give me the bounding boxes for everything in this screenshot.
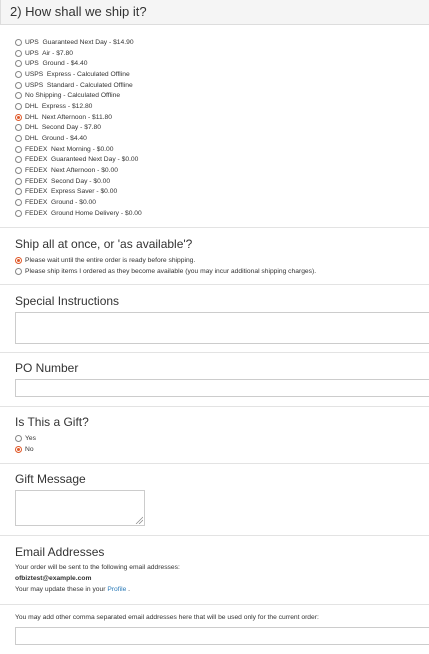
gift-option-no[interactable]: No	[15, 444, 36, 455]
shipping-option-label: USPS Express - Calculated Offline	[25, 70, 130, 78]
split-wait-radio[interactable]	[15, 256, 22, 264]
shipping-option-label: FEDEX Express Saver - $0.00	[25, 188, 118, 196]
shipping-option-radio[interactable]	[15, 102, 22, 110]
shipping-method-list: UPS Guaranteed Next Day - $14.90 UPS Air …	[0, 25, 429, 219]
email-heading: Email Addresses	[15, 545, 105, 559]
shipping-option-label: UPS Ground - $4.40	[25, 60, 88, 68]
split-option-available[interactable]: Please ship items I ordered as they beco…	[15, 266, 316, 277]
divider	[0, 352, 429, 353]
shipping-option[interactable]: USPS Standard - Calculated Offline	[15, 80, 429, 91]
shipping-option-label: FEDEX Ground Home Delivery - $0.00	[25, 209, 142, 217]
gift-yes-radio[interactable]	[15, 434, 22, 442]
split-shipment-heading: Ship all at once, or 'as available'?	[15, 237, 193, 251]
shipping-option-radio[interactable]	[15, 49, 22, 57]
shipping-option[interactable]: FEDEX Second Day - $0.00	[15, 176, 429, 187]
divider	[0, 463, 429, 464]
divider	[0, 227, 429, 228]
shipping-option-radio[interactable]	[15, 60, 22, 68]
shipping-option-radio[interactable]	[15, 188, 22, 196]
shipping-option[interactable]: FEDEX Ground - $0.00	[15, 197, 429, 208]
gift-heading: Is This a Gift?	[15, 415, 89, 429]
po-number-input[interactable]	[15, 379, 429, 397]
divider	[0, 604, 429, 605]
shipping-option-radio[interactable]	[15, 167, 22, 175]
gift-yes-label: Yes	[25, 434, 36, 442]
po-number-heading: PO Number	[15, 361, 79, 375]
shipping-option[interactable]: DHL Second Day - $7.80	[15, 123, 429, 134]
email-address: ofbiztest@example.com	[15, 575, 92, 582]
shipping-option-radio[interactable]	[15, 38, 22, 46]
split-option-wait[interactable]: Please wait until the entire order is re…	[15, 255, 316, 266]
split-available-label: Please ship items I ordered as they beco…	[25, 267, 317, 275]
shipping-option[interactable]: FEDEX Next Morning - $0.00	[15, 144, 429, 155]
special-instructions-textarea[interactable]	[15, 312, 429, 344]
shipping-option-radio[interactable]	[15, 145, 22, 153]
resize-grip-icon[interactable]	[135, 516, 143, 524]
split-wait-label: Please wait until the entire order is re…	[25, 256, 196, 264]
gift-no-label: No	[25, 445, 34, 453]
shipping-option-label: FEDEX Next Afternoon - $0.00	[25, 167, 118, 175]
shipping-option-radio[interactable]	[15, 124, 22, 132]
shipping-option[interactable]: DHL Next Afternoon - $11.80	[15, 112, 429, 123]
shipping-option-label: FEDEX Second Day - $0.00	[25, 177, 111, 185]
shipping-option[interactable]: UPS Air - $7.80	[15, 48, 429, 59]
shipping-option-label: UPS Air - $7.80	[25, 49, 73, 57]
profile-link[interactable]: Profile	[107, 586, 126, 593]
gift-message-textarea[interactable]	[15, 490, 145, 526]
shipping-option-label: DHL Next Afternoon - $11.80	[25, 113, 112, 121]
shipping-option-label: No Shipping - Calculated Offline	[25, 92, 121, 100]
shipping-option[interactable]: UPS Guaranteed Next Day - $14.90	[15, 37, 429, 48]
shipping-section-title: 2) How shall we ship it?	[10, 4, 147, 19]
email-update-prefix: Your may update these in your	[15, 586, 108, 593]
divider	[0, 406, 429, 407]
special-instructions-heading: Special Instructions	[15, 294, 120, 308]
shipping-section-header: 2) How shall we ship it?	[0, 0, 429, 25]
shipping-option-label: USPS Standard - Calculated Offline	[25, 81, 133, 89]
email-intro-text: Your order will be sent to the following…	[15, 564, 180, 571]
email-update-suffix: .	[126, 586, 131, 593]
shipping-option[interactable]: FEDEX Ground Home Delivery - $0.00	[15, 208, 429, 219]
shipping-option[interactable]: DHL Express - $12.80	[15, 101, 429, 112]
shipping-option-radio[interactable]	[15, 199, 22, 207]
divider	[0, 535, 429, 536]
shipping-option[interactable]: No Shipping - Calculated Offline	[15, 90, 429, 101]
shipping-option-radio[interactable]	[15, 92, 22, 100]
shipping-option-radio[interactable]	[15, 156, 22, 164]
shipping-option-label: DHL Second Day - $7.80	[25, 124, 101, 132]
shipping-option-radio[interactable]	[15, 70, 22, 78]
shipping-option-label: FEDEX Ground - $0.00	[25, 199, 96, 207]
shipping-option-label: FEDEX Guaranteed Next Day - $0.00	[25, 156, 139, 164]
additional-emails-label: You may add other comma separated email …	[15, 614, 319, 621]
shipping-option-radio[interactable]	[15, 113, 22, 121]
shipping-option-label: DHL Ground - $4.40	[25, 135, 87, 143]
shipping-option-radio[interactable]	[15, 81, 22, 89]
gift-message-heading: Gift Message	[15, 472, 86, 486]
gift-option-yes[interactable]: Yes	[15, 433, 36, 444]
email-update-text: Your may update these in your Profile .	[15, 586, 130, 593]
shipping-option[interactable]: UPS Ground - $4.40	[15, 58, 429, 69]
shipping-option-radio[interactable]	[15, 177, 22, 185]
additional-emails-input[interactable]	[15, 627, 429, 645]
split-available-radio[interactable]	[15, 267, 22, 275]
shipping-option[interactable]: FEDEX Next Afternoon - $0.00	[15, 165, 429, 176]
gift-no-radio[interactable]	[15, 445, 22, 453]
shipping-option-radio[interactable]	[15, 135, 22, 143]
shipping-option[interactable]: FEDEX Guaranteed Next Day - $0.00	[15, 155, 429, 166]
divider	[0, 284, 429, 285]
shipping-option-label: FEDEX Next Morning - $0.00	[25, 145, 114, 153]
shipping-option[interactable]: USPS Express - Calculated Offline	[15, 69, 429, 80]
shipping-option-label: UPS Guaranteed Next Day - $14.90	[25, 38, 134, 46]
shipping-option[interactable]: DHL Ground - $4.40	[15, 133, 429, 144]
shipping-option-radio[interactable]	[15, 209, 22, 217]
shipping-option[interactable]: FEDEX Express Saver - $0.00	[15, 187, 429, 198]
shipping-option-label: DHL Express - $12.80	[25, 102, 93, 110]
